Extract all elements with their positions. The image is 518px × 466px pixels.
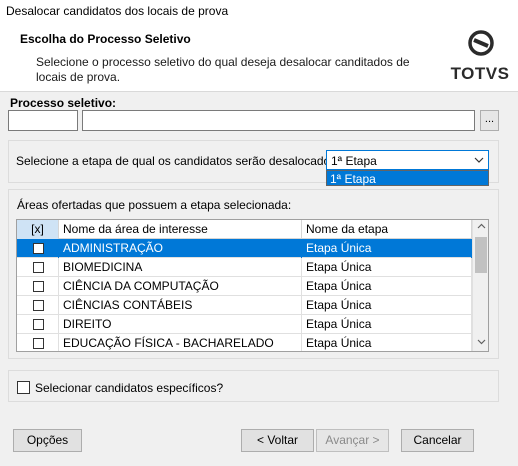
scrollbar-thumb[interactable] — [475, 237, 487, 273]
scroll-up-icon[interactable] — [473, 220, 488, 236]
row-checkbox[interactable] — [33, 243, 44, 254]
row-checkbox[interactable] — [33, 300, 44, 311]
chevron-down-icon[interactable] — [474, 153, 484, 170]
row-checkbox[interactable] — [33, 262, 44, 273]
stage-name-cell: Etapa Única — [302, 334, 472, 351]
table-row[interactable]: CIÊNCIAS CONTÁBEIS Etapa Única — [17, 296, 472, 315]
area-name-cell: CIÊNCIAS CONTÁBEIS — [59, 296, 302, 315]
row-checkbox[interactable] — [33, 281, 44, 292]
grid-scrollbar[interactable] — [472, 220, 488, 351]
process-code-input[interactable] — [8, 110, 78, 131]
step-description: Selecione o processo seletivo do qual de… — [36, 55, 410, 84]
stage-select-value: 1ª Etapa — [331, 154, 377, 168]
row-checkbox[interactable] — [33, 338, 44, 349]
stage-label: Selecione a etapa de qual os candidatos … — [16, 154, 340, 168]
window-title: Desalocar candidatos dos locais de prova — [6, 4, 229, 18]
table-row[interactable]: CIÊNCIA DA COMPUTAÇÃO Etapa Única — [17, 277, 472, 296]
column-header-select[interactable]: [x] — [17, 220, 59, 239]
areas-label: Áreas ofertadas que possuem a etapa sele… — [17, 198, 292, 212]
grid-header: [x] Nome da área de interesse Nome da et… — [17, 220, 472, 239]
area-name-cell: DIREITO — [59, 315, 302, 334]
stage-dropdown-list[interactable]: 1ª Etapa — [326, 170, 489, 186]
stage-option[interactable]: 1ª Etapa — [330, 172, 376, 186]
area-name-cell: CIÊNCIA DA COMPUTAÇÃO — [59, 277, 302, 296]
table-row[interactable]: DIREITO Etapa Única — [17, 315, 472, 334]
specific-candidates-checkbox[interactable] — [17, 381, 30, 394]
logo-text: TOTVS — [450, 64, 510, 83]
column-header-area-name[interactable]: Nome da área de interesse — [59, 220, 302, 239]
process-name-input[interactable] — [82, 110, 475, 131]
options-button[interactable]: Opções — [13, 429, 82, 452]
next-button[interactable]: Avançar > — [316, 429, 389, 452]
stage-name-cell: Etapa Única — [302, 239, 472, 258]
area-name-cell: EDUCAÇÃO FÍSICA - BACHARELADO — [59, 334, 302, 351]
table-row[interactable]: ADMINISTRAÇÃO Etapa Única — [17, 239, 472, 258]
areas-grid[interactable]: [x] Nome da área de interesse Nome da et… — [16, 219, 489, 352]
stage-name-cell: Etapa Única — [302, 296, 472, 315]
stage-select[interactable]: 1ª Etapa — [326, 150, 489, 170]
step-title: Escolha do Processo Seletivo — [20, 32, 191, 46]
process-label: Processo seletivo: — [10, 96, 117, 110]
title-bar: Desalocar candidatos dos locais de prova — [0, 0, 518, 22]
table-row[interactable]: EDUCAÇÃO FÍSICA - BACHARELADO Etapa Únic… — [17, 334, 472, 351]
stage-name-cell: Etapa Única — [302, 258, 472, 277]
stage-name-cell: Etapa Única — [302, 315, 472, 334]
specific-candidates-label[interactable]: Selecionar candidatos específicos? — [35, 381, 223, 395]
table-row[interactable]: BIOMEDICINA Etapa Única — [17, 258, 472, 277]
totvs-logo-icon — [468, 30, 494, 56]
wizard-header: Escolha do Processo Seletivo Selecione o… — [0, 22, 518, 92]
totvs-logo: TOTVS — [450, 30, 510, 86]
area-name-cell: BIOMEDICINA — [59, 258, 302, 277]
row-checkbox[interactable] — [33, 319, 44, 330]
scroll-down-icon[interactable] — [473, 335, 488, 351]
cancel-button[interactable]: Cancelar — [401, 429, 474, 452]
column-header-stage-name[interactable]: Nome da etapa — [302, 220, 472, 239]
stage-name-cell: Etapa Única — [302, 277, 472, 296]
area-name-cell: ADMINISTRAÇÃO — [59, 239, 302, 258]
back-button[interactable]: < Voltar — [241, 429, 314, 452]
browse-process-button[interactable]: ... — [480, 110, 499, 131]
